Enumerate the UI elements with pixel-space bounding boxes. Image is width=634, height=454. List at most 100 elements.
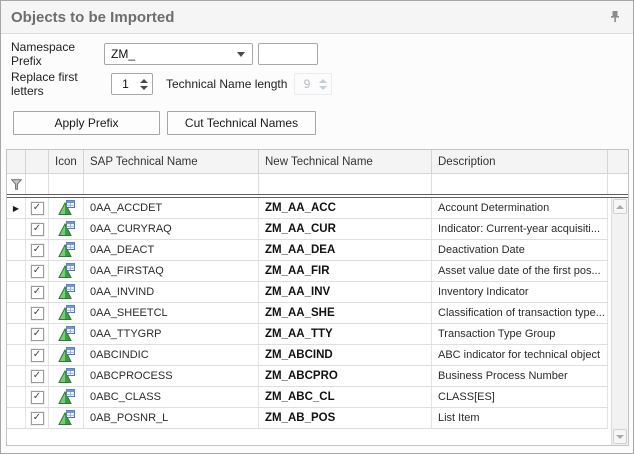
row-checkbox-cell[interactable]: ✓ <box>26 345 49 365</box>
sap-technical-name-cell[interactable]: 0AA_TTYGRP <box>84 324 259 344</box>
row-checkbox-cell[interactable]: ✓ <box>26 240 49 260</box>
table-row[interactable]: ✓ 0ABCPROCESS ZM_ABCPRO Business Process… <box>7 366 608 387</box>
stepper-arrows[interactable] <box>139 79 152 90</box>
row-checkbox[interactable]: ✓ <box>31 349 44 362</box>
technical-name-length-stepper: 9 <box>294 73 332 95</box>
row-checkbox[interactable]: ✓ <box>31 391 44 404</box>
replace-first-letters-stepper[interactable]: 1 <box>111 73 153 95</box>
scrollbar-down-button[interactable] <box>613 429 627 444</box>
sap-technical-name-cell[interactable]: 0AA_DEACT <box>84 240 259 260</box>
table-row[interactable]: ✓ 0AA_TTYGRP ZM_AA_TTY Transaction Type … <box>7 324 608 345</box>
new-technical-name-cell[interactable]: ZM_AA_CUR <box>259 219 432 239</box>
table-row[interactable]: ✓ 0AA_DEACT ZM_AA_DEA Deactivation Date <box>7 240 608 261</box>
row-checkbox[interactable]: ✓ <box>31 286 44 299</box>
row-icon-cell <box>49 345 84 365</box>
table-row[interactable]: ✓ 0AA_CURYRAQ ZM_AA_CUR Indicator: Curre… <box>7 219 608 240</box>
new-technical-name-cell[interactable]: ZM_AA_INV <box>259 282 432 302</box>
row-icon-cell <box>49 324 84 344</box>
sap-technical-name-cell[interactable]: 0AA_FIRSTAQ <box>84 261 259 281</box>
row-checkbox[interactable]: ✓ <box>31 202 44 215</box>
sap-technical-name-cell[interactable]: 0ABC_CLASS <box>84 387 259 407</box>
technical-name-length-label: Technical Name length <box>166 77 287 91</box>
new-technical-name-cell[interactable]: ZM_ABCIND <box>259 345 432 365</box>
row-indicator-cell <box>7 408 26 428</box>
row-checkbox-cell[interactable]: ✓ <box>26 261 49 281</box>
table-row[interactable]: ✓ 0ABC_CLASS ZM_ABC_CL CLASS[ES] <box>7 387 608 408</box>
sap-technical-name-cell[interactable]: 0AB_POSNR_L <box>84 408 259 428</box>
row-checkbox-cell[interactable]: ✓ <box>26 324 49 344</box>
sap-technical-name-cell[interactable]: 0AA_CURYRAQ <box>84 219 259 239</box>
filter-cell[interactable] <box>26 174 49 194</box>
row-checkbox[interactable]: ✓ <box>31 223 44 236</box>
row-checkbox[interactable]: ✓ <box>31 307 44 320</box>
row-checkbox[interactable]: ✓ <box>31 370 44 383</box>
row-checkbox-cell[interactable]: ✓ <box>26 408 49 428</box>
new-technical-name-cell[interactable]: ZM_AA_TTY <box>259 324 432 344</box>
description-cell[interactable]: Business Process Number <box>432 366 608 386</box>
description-cell[interactable]: Inventory Indicator <box>432 282 608 302</box>
filter-cell[interactable] <box>259 174 432 194</box>
row-checkbox-cell[interactable]: ✓ <box>26 387 49 407</box>
new-technical-name-cell[interactable]: ZM_AA_DEA <box>259 240 432 260</box>
pin-icon[interactable] <box>609 10 621 24</box>
header-new-technical-name-column[interactable]: New Technical Name <box>259 150 432 174</box>
cut-technical-names-button[interactable]: Cut Technical Names <box>167 111 316 135</box>
apply-prefix-button[interactable]: Apply Prefix <box>13 111 160 135</box>
row-checkbox[interactable]: ✓ <box>31 265 44 278</box>
new-technical-name-cell[interactable]: ZM_ABC_CL <box>259 387 432 407</box>
vertical-scrollbar[interactable] <box>611 198 628 445</box>
row-icon-cell <box>49 282 84 302</box>
table-row[interactable]: ✓ 0AA_FIRSTAQ ZM_AA_FIR Asset value date… <box>7 261 608 282</box>
header-description-column[interactable]: Description <box>432 150 608 174</box>
new-technical-name-cell[interactable]: ZM_AB_POS <box>259 408 432 428</box>
stepper-down-icon[interactable] <box>140 86 148 90</box>
table-row[interactable]: ▶ ✓ 0AA_ACCDET ZM_AA_ACC Account Determi… <box>7 198 608 219</box>
description-cell[interactable]: Deactivation Date <box>432 240 608 260</box>
sap-technical-name-cell[interactable]: 0AA_INVIND <box>84 282 259 302</box>
row-checkbox-cell[interactable]: ✓ <box>26 198 49 218</box>
description-cell[interactable]: Indicator: Current-year acquisiti... <box>432 219 608 239</box>
description-cell[interactable]: List Item <box>432 408 608 428</box>
row-checkbox-cell[interactable]: ✓ <box>26 219 49 239</box>
stepper-up-icon[interactable] <box>140 79 148 83</box>
prefix-extra-input[interactable] <box>258 43 318 65</box>
header-icon-column[interactable]: Icon <box>49 150 84 174</box>
new-technical-name-cell[interactable]: ZM_AA_FIR <box>259 261 432 281</box>
description-cell[interactable]: Transaction Type Group <box>432 324 608 344</box>
table-row[interactable]: ✓ 0AA_INVIND ZM_AA_INV Inventory Indicat… <box>7 282 608 303</box>
filter-cell[interactable] <box>49 174 84 194</box>
description-cell[interactable]: Classification of transaction type... <box>432 303 608 323</box>
new-technical-name-cell[interactable]: ZM_ABCPRO <box>259 366 432 386</box>
filter-cell[interactable] <box>84 174 259 194</box>
namespace-prefix-combobox[interactable]: ZM_ <box>104 43 253 65</box>
new-technical-name-cell[interactable]: ZM_AA_SHE <box>259 303 432 323</box>
description-cell[interactable]: Account Determination <box>432 198 608 218</box>
sap-technical-name-cell[interactable]: 0ABCPROCESS <box>84 366 259 386</box>
table-row[interactable]: ✓ 0AA_SHEETCL ZM_AA_SHE Classification o… <box>7 303 608 324</box>
row-checkbox[interactable]: ✓ <box>31 412 44 425</box>
header-sap-technical-name-column[interactable]: SAP Technical Name <box>84 150 259 174</box>
header-checkbox-cell[interactable] <box>26 150 49 174</box>
new-technical-name-cell[interactable]: ZM_AA_ACC <box>259 198 432 218</box>
filter-cell[interactable] <box>432 174 608 194</box>
filter-cell[interactable] <box>7 174 26 194</box>
row-indicator-cell <box>7 324 26 344</box>
row-checkbox-cell[interactable]: ✓ <box>26 282 49 302</box>
sap-infoobject-icon <box>58 263 75 279</box>
sap-technical-name-cell[interactable]: 0AA_ACCDET <box>84 198 259 218</box>
sap-technical-name-cell[interactable]: 0AA_SHEETCL <box>84 303 259 323</box>
row-checkbox-cell[interactable]: ✓ <box>26 303 49 323</box>
description-cell[interactable]: ABC indicator for technical object <box>432 345 608 365</box>
sap-technical-name-cell[interactable]: 0ABCINDIC <box>84 345 259 365</box>
description-cell[interactable]: CLASS[ES] <box>432 387 608 407</box>
sap-infoobject-icon <box>58 326 75 342</box>
table-row[interactable]: ✓ 0ABCINDIC ZM_ABCIND ABC indicator for … <box>7 345 608 366</box>
sap-infoobject-icon <box>58 389 75 405</box>
grid-header-row: Icon SAP Technical Name New Technical Na… <box>7 150 628 174</box>
row-checkbox-cell[interactable]: ✓ <box>26 366 49 386</box>
table-row[interactable]: ✓ 0AB_POSNR_L ZM_AB_POS List Item <box>7 408 608 429</box>
row-checkbox[interactable]: ✓ <box>31 328 44 341</box>
row-checkbox[interactable]: ✓ <box>31 244 44 257</box>
description-cell[interactable]: Asset value date of the first pos... <box>432 261 608 281</box>
scrollbar-up-button[interactable] <box>613 199 627 214</box>
